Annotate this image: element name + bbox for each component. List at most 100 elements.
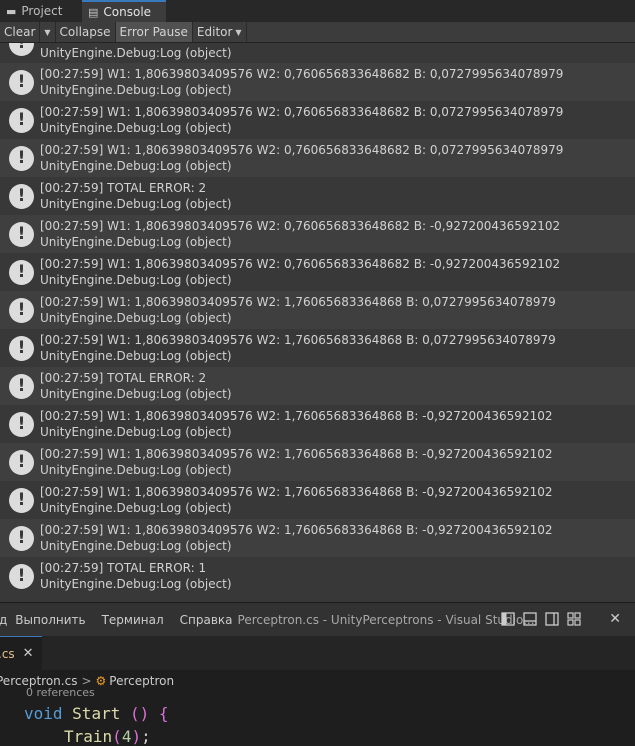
clear-options-dropdown[interactable]: ▼ [40, 22, 56, 42]
paren-close: ) [131, 727, 142, 746]
customize-layout-icon[interactable] [567, 612, 581, 626]
console-log-list[interactable]: ! UnityEngine.Debug:Log (object) ! [00:27… [0, 43, 635, 602]
semicolon: ; [141, 727, 151, 746]
log-stack-trace: UnityEngine.Debug:Log (object) [40, 539, 232, 553]
caret-down-icon: ▼ [235, 27, 242, 37]
tab-console[interactable]: ▤ Console [82, 0, 166, 22]
breadcrumb: Perceptron.cs > ⚙ Perceptron [0, 670, 635, 692]
info-icon: ! [9, 374, 34, 399]
info-icon: ! [9, 526, 34, 551]
tab-project[interactable]: ▬ Project [6, 0, 62, 22]
error-pause-toggle[interactable]: Error Pause [115, 22, 193, 42]
log-message: [00:27:59] TOTAL ERROR: 2 [40, 181, 207, 195]
log-message: [00:27:59] TOTAL ERROR: 1 [40, 561, 207, 575]
log-stack-trace: UnityEngine.Debug:Log (object) [40, 235, 232, 249]
tab-project-label: Project [21, 4, 63, 18]
log-entry[interactable]: ! [00:27:59] W1: 1,80639803409576 W2: 1,7… [0, 481, 635, 519]
log-stack-trace: UnityEngine.Debug:Log (object) [40, 46, 232, 60]
close-tab-icon[interactable]: ✕ [23, 646, 34, 661]
log-stack-trace: UnityEngine.Debug:Log (object) [40, 501, 232, 515]
log-stack-trace: UnityEngine.Debug:Log (object) [40, 463, 232, 477]
unity-console-window: ▬ Project ▤ Console Clear ▼ Collapse Err… [0, 0, 635, 602]
log-entry[interactable]: ! [00:27:59] W1: 1,80639803409576 W2: 1,7… [0, 291, 635, 329]
log-stack-trace: UnityEngine.Debug:Log (object) [40, 387, 232, 401]
log-entry[interactable]: ! [00:27:59] TOTAL ERROR: 2 UnityEngine.De… [0, 367, 635, 405]
start-parens: () [129, 704, 150, 723]
toggle-primary-sidebar-icon[interactable] [501, 612, 515, 626]
log-entry-partial[interactable]: ! UnityEngine.Debug:Log (object) [0, 43, 635, 63]
collapse-toggle[interactable]: Collapse [56, 22, 116, 42]
breadcrumb-symbol[interactable]: Perceptron [109, 674, 174, 688]
tab-console-label: Console [103, 5, 152, 19]
folder-icon: ▬ [6, 4, 17, 18]
code-line-start: void Start () { [24, 704, 169, 723]
info-icon: ! [9, 260, 34, 285]
vscode-menu-bar: д Выполнить Терминал Справка Perceptron.… [0, 602, 635, 636]
info-icon: ! [9, 412, 34, 437]
codelens-references[interactable]: 0 references [26, 686, 95, 699]
info-icon: ! [9, 488, 34, 513]
log-message: [00:27:59] W1: 1,80639803409576 W2: 1,76… [40, 333, 556, 347]
log-entry[interactable]: ! [00:27:59] W1: 1,80639803409576 W2: 0,7… [0, 253, 635, 291]
method-train: Train [64, 727, 113, 746]
log-message: [00:27:59] W1: 1,80639803409576 W2: 0,76… [40, 67, 564, 81]
log-entry[interactable]: ! [00:27:59] W1: 1,80639803409576 W2: 1,7… [0, 329, 635, 367]
log-entry[interactable]: ! [00:27:59] W1: 1,80639803409576 W2: 0,7… [0, 101, 635, 139]
log-entry[interactable]: ! [00:27:59] W1: 1,80639803409576 W2: 1,7… [0, 443, 635, 481]
log-message: [00:27:59] TOTAL ERROR: 2 [40, 371, 207, 385]
code-editor[interactable]: 0 references void Start () { Train(4); [0, 686, 635, 746]
log-entry[interactable]: ! [00:27:59] W1: 1,80639803409576 W2: 0,7… [0, 139, 635, 177]
log-stack-trace: UnityEngine.Debug:Log (object) [40, 577, 232, 591]
menu-item-help[interactable]: Справка [180, 613, 233, 627]
editor-tab-bar: .cs ✕ [0, 636, 635, 670]
info-icon: ! [9, 43, 34, 56]
log-entry[interactable]: ! [00:27:59] W1: 1,80639803409576 W2: 0,7… [0, 215, 635, 253]
log-stack-trace: UnityEngine.Debug:Log (object) [40, 121, 232, 135]
info-icon: ! [9, 108, 34, 133]
editor-label: Editor [196, 25, 233, 39]
log-message: [00:27:59] W1: 1,80639803409576 W2: 0,76… [40, 143, 564, 157]
class-symbol-icon: ⚙ [95, 674, 107, 688]
editor-dropdown[interactable]: Editor ▼ [193, 22, 247, 42]
log-stack-trace: UnityEngine.Debug:Log (object) [40, 273, 232, 287]
paren-open: ( [112, 727, 122, 746]
editor-tab-perceptron[interactable]: .cs ✕ [0, 636, 42, 670]
code-line-train: Train(4); [64, 727, 151, 746]
log-stack-trace: UnityEngine.Debug:Log (object) [40, 425, 232, 439]
info-icon: ! [9, 222, 34, 247]
log-message: [00:27:59] W1: 1,80639803409576 W2: 0,76… [40, 219, 561, 233]
toggle-panel-icon[interactable] [523, 612, 537, 626]
close-window-icon[interactable]: ✕ [609, 611, 621, 627]
log-entry[interactable]: ! [00:27:59] W1: 1,80639803409576 W2: 1,7… [0, 405, 635, 443]
info-icon: ! [9, 336, 34, 361]
method-start: Start [72, 704, 121, 723]
menu-item-terminal[interactable]: Терминал [102, 613, 164, 627]
console-toolbar: Clear ▼ Collapse Error Pause Editor ▼ [0, 22, 635, 43]
log-entry[interactable]: ! [00:27:59] W1: 1,80639803409576 W2: 0,7… [0, 63, 635, 101]
editor-tab-label: .cs [0, 646, 15, 661]
info-icon: ! [9, 298, 34, 323]
log-message: [00:27:59] W1: 1,80639803409576 W2: 1,76… [40, 485, 553, 499]
log-message: [00:27:59] W1: 1,80639803409576 W2: 0,76… [40, 257, 561, 271]
toggle-secondary-sidebar-icon[interactable] [545, 612, 559, 626]
clear-label: Clear [4, 25, 36, 39]
menu-item-run[interactable]: Выполнить [15, 613, 85, 627]
log-entry[interactable]: ! [00:27:59] W1: 1,80639803409576 W2: 1,7… [0, 519, 635, 557]
log-message: [00:27:59] W1: 1,80639803409576 W2: 1,76… [40, 447, 553, 461]
log-message: [00:27:59] W1: 1,80639803409576 W2: 1,76… [40, 409, 553, 423]
error-pause-label: Error Pause [119, 25, 188, 39]
log-entry[interactable]: ! [00:27:59] TOTAL ERROR: 1 UnityEngine.De… [0, 557, 635, 595]
menu-item-partial[interactable]: д [0, 613, 7, 627]
info-icon: ! [9, 146, 34, 171]
log-stack-trace: UnityEngine.Debug:Log (object) [40, 311, 232, 325]
info-icon: ! [9, 450, 34, 475]
collapse-label: Collapse [59, 25, 111, 39]
info-icon: ! [9, 184, 34, 209]
clear-button[interactable]: Clear [0, 22, 41, 42]
info-icon: ! [9, 564, 34, 589]
log-message: [00:27:59] W1: 1,80639803409576 W2: 0,76… [40, 105, 564, 119]
log-message: [00:27:59] W1: 1,80639803409576 W2: 1,76… [40, 295, 556, 309]
vscode-window: д Выполнить Терминал Справка Perceptron.… [0, 602, 635, 746]
log-stack-trace: UnityEngine.Debug:Log (object) [40, 83, 232, 97]
log-entry[interactable]: ! [00:27:59] TOTAL ERROR: 2 UnityEngine.De… [0, 177, 635, 215]
